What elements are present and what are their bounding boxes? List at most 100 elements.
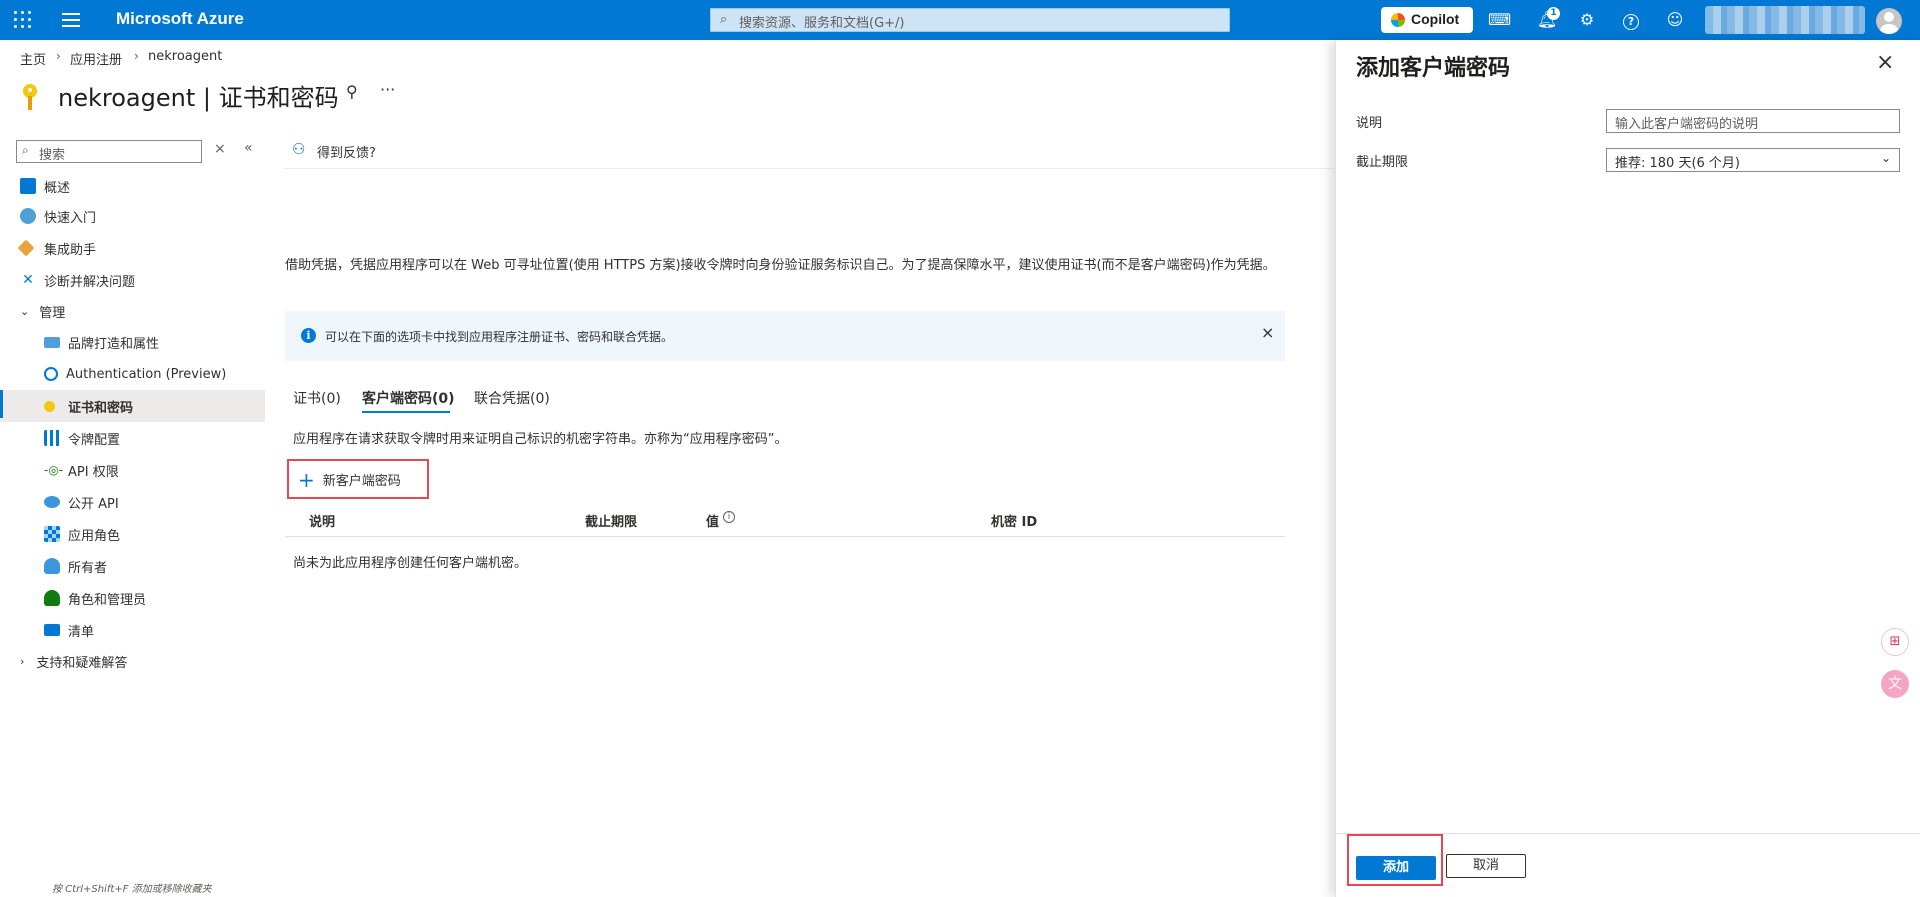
nav-item-label: 应用角色 bbox=[68, 528, 121, 544]
description-input[interactable]: 输入此客户端密码的说明 bbox=[1606, 109, 1900, 133]
column-header-value: 值 bbox=[706, 515, 720, 530]
nav-item-app-roles[interactable]: 应用角色 bbox=[0, 518, 265, 550]
nav-item-diagnose[interactable]: ✕ 诊断并解决问题 bbox=[0, 264, 265, 296]
nav-item-integration-assistant[interactable]: 集成助手 bbox=[0, 232, 265, 264]
nav-item-label: 集成助手 bbox=[44, 242, 97, 258]
nav-group-support[interactable]: › 支持和疑难解答 bbox=[0, 646, 265, 676]
assistant-fab-icon[interactable]: 文 bbox=[1881, 670, 1909, 698]
info-icon: i bbox=[301, 328, 316, 343]
top-bar: Microsoft Azure ⌕ 搜索资源、服务和文档(G+/) Copilo… bbox=[0, 0, 1920, 40]
app-roles-icon bbox=[44, 526, 60, 542]
nav-item-authentication[interactable]: Authentication (Preview) bbox=[0, 358, 265, 390]
authentication-icon bbox=[44, 367, 58, 381]
nav-item-expose-api[interactable]: 公开 API bbox=[0, 486, 265, 518]
wrench-icon: ✕ bbox=[22, 272, 34, 288]
breadcrumb-home[interactable]: 主页 bbox=[20, 49, 46, 68]
copilot-button[interactable]: Copilot bbox=[1381, 7, 1473, 33]
pin-icon[interactable]: ⚲ bbox=[346, 82, 358, 101]
copilot-icon bbox=[1391, 13, 1405, 27]
nav-item-branding[interactable]: 品牌打造和属性 bbox=[0, 326, 265, 358]
chevron-down-icon: ⌄ bbox=[1880, 151, 1891, 165]
nav-item-label: 快速入门 bbox=[44, 210, 97, 226]
app-launcher-icon[interactable] bbox=[14, 11, 32, 29]
owners-icon bbox=[44, 558, 60, 574]
nav-item-certificates-secrets[interactable]: 证书和密码 bbox=[0, 390, 265, 422]
nav-item-manifest[interactable]: 清单 bbox=[0, 614, 265, 646]
rocket-icon bbox=[17, 239, 35, 257]
info-icon[interactable]: i bbox=[723, 511, 735, 523]
settings-icon[interactable]: ⚙ bbox=[1576, 10, 1598, 30]
nav-item-api-permissions[interactable]: -◎- API 权限 bbox=[0, 454, 265, 486]
search-icon: ⌕ bbox=[22, 143, 29, 157]
help-icon[interactable]: ? bbox=[1620, 10, 1642, 30]
breadcrumb-separator: › bbox=[56, 49, 61, 63]
copilot-label: Copilot bbox=[1411, 11, 1460, 27]
clear-search-icon[interactable]: × bbox=[214, 141, 226, 157]
tab-certificates[interactable]: 证书(0) bbox=[293, 388, 341, 408]
hamburger-menu-icon[interactable] bbox=[62, 13, 80, 27]
notification-badge: 1 bbox=[1547, 7, 1560, 20]
overview-icon bbox=[20, 178, 36, 194]
feedback-icon[interactable]: ☺ bbox=[1664, 10, 1686, 30]
nav-item-label: 清单 bbox=[68, 624, 95, 640]
feedback-button[interactable]: 得到反馈? bbox=[317, 142, 376, 161]
cloud-shell-icon[interactable]: ⌨ bbox=[1488, 10, 1511, 30]
nav-item-label: 令牌配置 bbox=[68, 432, 121, 448]
info-banner: i 可以在下面的选项卡中找到应用程序注册证书、密码和联合凭据。 × bbox=[285, 311, 1285, 361]
nav-item-label: 所有者 bbox=[68, 560, 108, 576]
global-search-placeholder: 搜索资源、服务和文档(G+/) bbox=[739, 16, 905, 31]
empty-table-message: 尚未为此应用程序创建任何客户端机密。 bbox=[293, 556, 528, 571]
nav-group-manage[interactable]: ⌄ 管理 bbox=[0, 296, 265, 326]
breadcrumb-separator: › bbox=[134, 49, 139, 63]
nav-item-label: 角色和管理员 bbox=[68, 592, 147, 608]
add-button[interactable]: 添加 bbox=[1356, 856, 1436, 880]
expiry-select[interactable]: 推荐: 180 天(6 个月) ⌄ bbox=[1606, 148, 1900, 172]
collapse-nav-icon[interactable]: « bbox=[244, 140, 253, 156]
manifest-icon bbox=[44, 624, 60, 636]
quickstart-cloud-icon bbox=[20, 208, 36, 224]
new-client-secret-button[interactable]: + 新客户端密码 bbox=[298, 467, 401, 492]
nav-item-owners[interactable]: 所有者 bbox=[0, 550, 265, 582]
tab-client-secrets[interactable]: 客户端密码(0) bbox=[362, 388, 455, 408]
nav-item-label: Authentication (Preview) bbox=[66, 366, 227, 382]
nav-item-label: 公开 API bbox=[68, 496, 119, 512]
nav-search-placeholder: 搜索 bbox=[39, 148, 66, 163]
breadcrumb-app[interactable]: nekroagent bbox=[148, 49, 222, 64]
nav-item-quickstart[interactable]: 快速入门 bbox=[0, 200, 265, 232]
token-config-icon bbox=[44, 430, 60, 446]
panel-title: 添加客户端密码 bbox=[1356, 56, 1511, 81]
close-icon[interactable]: × bbox=[1876, 52, 1894, 74]
breadcrumb-app-registrations[interactable]: 应用注册 bbox=[70, 49, 122, 68]
search-icon: ⌕ bbox=[720, 12, 728, 27]
add-client-secret-panel: 添加客户端密码 × 说明 输入此客户端密码的说明 截止期限 推荐: 180 天(… bbox=[1335, 40, 1920, 897]
global-search-input[interactable]: ⌕ 搜索资源、服务和文档(G+/) bbox=[710, 8, 1230, 32]
cancel-button[interactable]: 取消 bbox=[1446, 854, 1526, 878]
roles-admins-icon bbox=[44, 590, 60, 606]
plus-icon: + bbox=[298, 467, 315, 492]
nav-item-label: 证书和密码 bbox=[68, 400, 134, 416]
info-banner-text: 可以在下面的选项卡中找到应用程序注册证书、密码和联合凭据。 bbox=[325, 330, 674, 344]
description-label: 说明 bbox=[1356, 116, 1383, 131]
notifications-icon[interactable]: 🔔︎ 1 bbox=[1536, 7, 1560, 30]
user-account-info[interactable] bbox=[1705, 6, 1865, 34]
nav-search-input[interactable]: ⌕ 搜索 bbox=[16, 140, 202, 163]
brand-title[interactable]: Microsoft Azure bbox=[116, 9, 244, 29]
nav-item-token-config[interactable]: 令牌配置 bbox=[0, 422, 265, 454]
more-options-icon[interactable]: ··· bbox=[380, 80, 395, 99]
expiry-label: 截止期限 bbox=[1356, 155, 1409, 170]
expiry-selected-value: 推荐: 180 天(6 个月) bbox=[1615, 156, 1741, 171]
expose-api-cloud-icon bbox=[44, 496, 60, 508]
favorites-hint: 按 Ctrl+Shift+F 添加或移除收藏夹 bbox=[52, 884, 212, 895]
avatar[interactable] bbox=[1876, 8, 1902, 34]
tab-federated-credentials[interactable]: 联合凭据(0) bbox=[474, 388, 550, 408]
command-bar-divider bbox=[284, 168, 1334, 169]
close-icon[interactable]: × bbox=[1261, 323, 1274, 342]
new-client-secret-label: 新客户端密码 bbox=[322, 474, 401, 489]
translate-tool-icon[interactable]: ⊞ bbox=[1881, 628, 1909, 656]
nav-item-overview[interactable]: 概述 bbox=[0, 172, 265, 200]
active-tab-indicator bbox=[362, 411, 450, 413]
nav-item-label: 诊断并解决问题 bbox=[44, 274, 136, 290]
nav-group-label: 管理 bbox=[39, 305, 66, 321]
nav-item-roles-admins[interactable]: 角色和管理员 bbox=[0, 582, 265, 614]
nav-group-label: 支持和疑难解答 bbox=[36, 655, 128, 671]
